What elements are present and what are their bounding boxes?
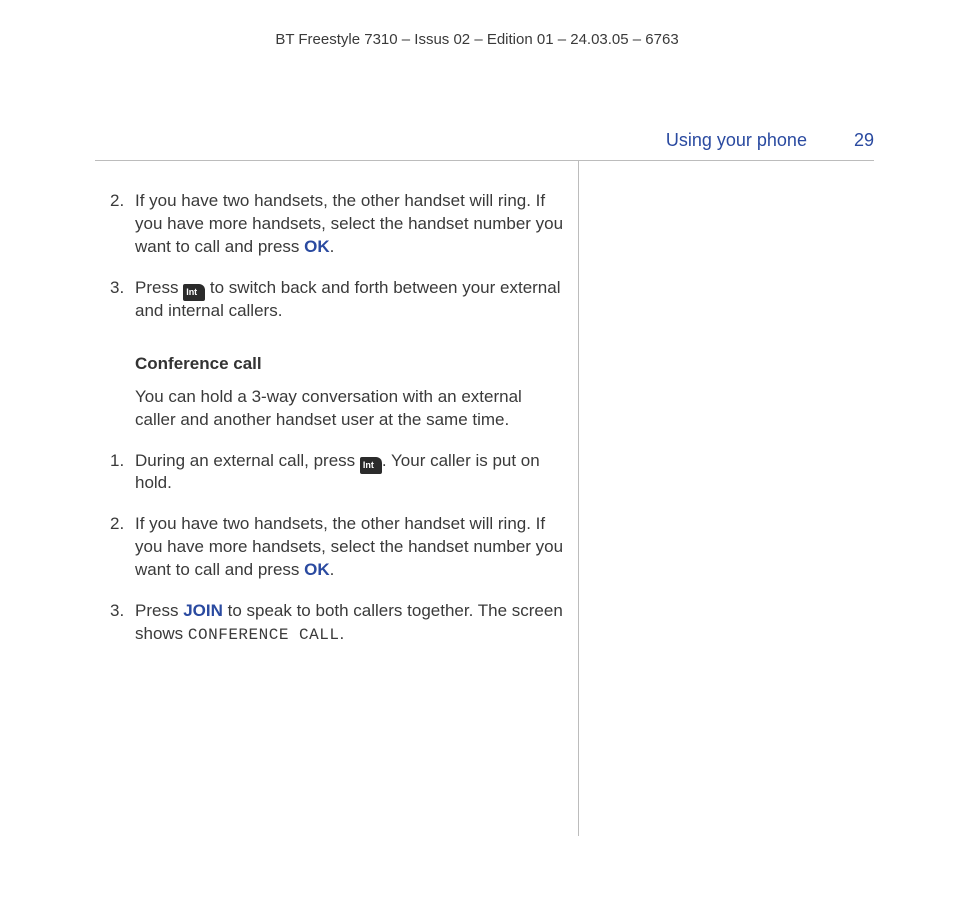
left-column: 2. If you have two handsets, the other h…	[95, 190, 565, 665]
step-number: 3.	[110, 600, 124, 623]
screen-display-text: CONFERENCE CALL	[188, 626, 340, 644]
step-item: 3. Press JOIN to speak to both callers t…	[95, 600, 565, 647]
step-text: Press	[135, 278, 183, 297]
step-number: 2.	[110, 190, 124, 213]
conference-intro: You can hold a 3-way conversation with a…	[135, 386, 565, 432]
column-divider	[578, 160, 579, 836]
running-header: Using your phone 29	[666, 128, 874, 152]
int-key-icon: Int	[360, 457, 382, 474]
ok-label: OK	[304, 237, 330, 256]
horizontal-rule	[95, 160, 874, 161]
step-item: 1. During an external call, press Int. Y…	[95, 450, 565, 496]
step-text: Press	[135, 601, 183, 620]
int-key-icon: Int	[183, 284, 205, 301]
join-label: JOIN	[183, 601, 223, 620]
step-text: .	[339, 624, 344, 643]
step-text: If you have two handsets, the other hand…	[135, 191, 563, 256]
step-number: 2.	[110, 513, 124, 536]
page-number: 29	[854, 130, 874, 150]
step-item: 2. If you have two handsets, the other h…	[95, 190, 565, 259]
step-text: .	[330, 237, 335, 256]
step-number: 3.	[110, 277, 124, 300]
conference-heading: Conference call	[135, 353, 565, 376]
manual-page: BT Freestyle 7310 – Issus 02 – Edition 0…	[0, 0, 954, 906]
conference-section: Conference call You can hold a 3-way con…	[95, 353, 565, 432]
step-text: .	[330, 560, 335, 579]
step-text: During an external call, press	[135, 451, 360, 470]
steps-continued: 2. If you have two handsets, the other h…	[95, 190, 565, 323]
step-item: 2. If you have two handsets, the other h…	[95, 513, 565, 582]
ok-label: OK	[304, 560, 330, 579]
conference-steps: 1. During an external call, press Int. Y…	[95, 450, 565, 647]
step-number: 1.	[110, 450, 124, 473]
step-text: If you have two handsets, the other hand…	[135, 514, 563, 579]
document-header: BT Freestyle 7310 – Issus 02 – Edition 0…	[0, 0, 954, 50]
section-title: Using your phone	[666, 130, 807, 150]
step-item: 3. Press Int to switch back and forth be…	[95, 277, 565, 323]
